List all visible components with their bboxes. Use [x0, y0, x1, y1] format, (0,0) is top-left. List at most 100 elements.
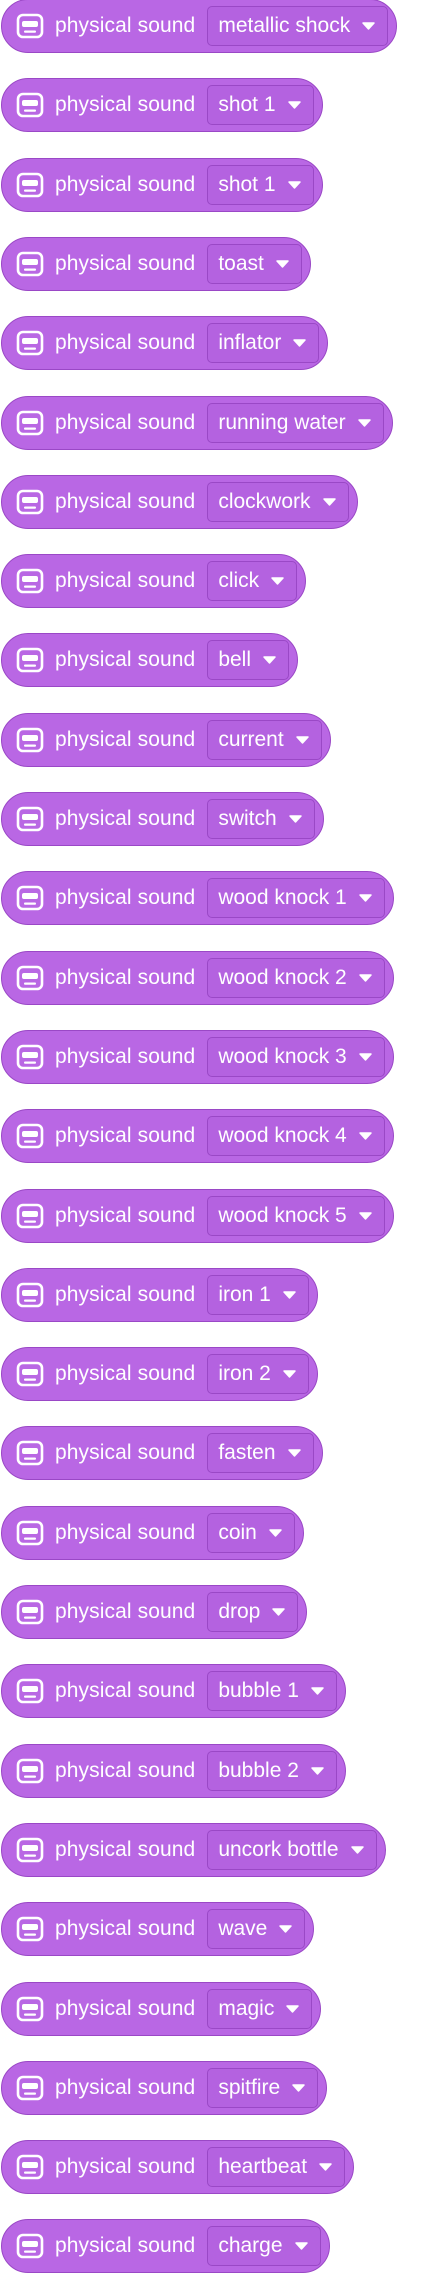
physical-sound-block[interactable]: physical sound charge: [1, 2219, 330, 2274]
block-label: physical sound: [55, 965, 196, 989]
physical-sound-block[interactable]: physical sound bubble 1: [1, 1664, 346, 1719]
robot-icon: [16, 2075, 44, 2101]
block-label: physical sound: [55, 569, 196, 593]
sound-dropdown-value: click: [218, 569, 260, 593]
sound-dropdown[interactable]: coin: [207, 1512, 295, 1553]
sound-dropdown[interactable]: iron 2: [207, 1354, 309, 1395]
physical-sound-block[interactable]: physical sound clockwork: [1, 474, 358, 529]
sound-dropdown-value: switch: [218, 807, 277, 830]
sound-dropdown-value: metallic shock: [218, 14, 351, 37]
physical-sound-block[interactable]: physical sound shot 1: [1, 157, 323, 212]
chevron-down-icon: [311, 1766, 324, 1775]
sound-dropdown[interactable]: wood knock 5: [207, 1195, 385, 1236]
robot-icon: [16, 1282, 44, 1308]
physical-sound-block[interactable]: physical sound spitfire: [1, 2060, 328, 2115]
physical-sound-block[interactable]: physical sound magic: [1, 1981, 322, 2036]
sound-dropdown-value: wood knock 3: [218, 1044, 347, 1068]
robot-icon: [16, 1044, 44, 1070]
chevron-down-icon: [287, 1449, 301, 1458]
block-label: physical sound: [55, 331, 196, 355]
sound-dropdown[interactable]: bell: [207, 640, 290, 681]
robot-icon: [16, 489, 44, 515]
sound-dropdown[interactable]: clockwork: [207, 481, 349, 522]
sound-dropdown[interactable]: running water: [207, 402, 384, 443]
sound-dropdown-value: coin: [218, 1520, 257, 1544]
sound-dropdown-value: bell: [218, 648, 252, 672]
sound-dropdown[interactable]: inflator: [207, 323, 320, 364]
sound-dropdown[interactable]: fasten: [207, 1433, 314, 1474]
physical-sound-block[interactable]: physical sound wood knock 2: [1, 950, 394, 1005]
physical-sound-block[interactable]: physical sound switch: [1, 792, 324, 846]
sound-dropdown[interactable]: metallic shock: [207, 6, 389, 46]
physical-sound-block[interactable]: physical sound running water: [1, 395, 393, 450]
chevron-down-icon: [276, 260, 289, 268]
chevron-down-icon: [292, 2084, 305, 2092]
sound-dropdown-value: drop: [218, 1600, 261, 1623]
sound-dropdown[interactable]: bubble 2: [207, 1750, 337, 1791]
block-label: physical sound: [55, 1758, 196, 1782]
physical-sound-block[interactable]: physical sound iron 2: [1, 1347, 318, 1402]
sound-dropdown-value: clockwork: [218, 489, 311, 513]
sound-dropdown[interactable]: wood knock 2: [207, 957, 385, 998]
sound-dropdown[interactable]: wood knock 4: [207, 1116, 385, 1157]
sound-dropdown[interactable]: heartbeat: [207, 2147, 346, 2188]
chevron-down-icon: [263, 656, 276, 665]
sound-dropdown[interactable]: drop: [207, 1592, 299, 1632]
sound-dropdown[interactable]: shot 1: [207, 85, 314, 126]
physical-sound-block[interactable]: physical sound wave: [1, 1902, 315, 1957]
sound-dropdown[interactable]: charge: [207, 2226, 321, 2267]
sound-dropdown[interactable]: wood knock 1: [207, 878, 385, 919]
block-label: physical sound: [55, 886, 196, 910]
physical-sound-block[interactable]: physical sound fasten: [1, 1426, 323, 1481]
physical-sound-block[interactable]: physical sound inflator: [1, 316, 329, 371]
sound-dropdown[interactable]: wood knock 3: [207, 1036, 385, 1077]
physical-sound-block[interactable]: physical sound wood knock 1: [1, 871, 394, 926]
physical-sound-block[interactable]: physical sound uncork bottle: [1, 1822, 386, 1877]
sound-dropdown[interactable]: toast: [207, 243, 302, 284]
sound-dropdown[interactable]: switch: [207, 799, 315, 839]
sound-dropdown[interactable]: spitfire: [207, 2067, 319, 2108]
physical-sound-block[interactable]: physical sound bell: [1, 633, 299, 688]
physical-sound-block[interactable]: physical sound metallic shock: [1, 0, 398, 53]
physical-sound-block[interactable]: physical sound heartbeat: [1, 2140, 355, 2195]
physical-sound-block[interactable]: physical sound iron 1: [1, 1267, 318, 1322]
robot-icon: [16, 1916, 44, 1942]
chevron-down-icon: [294, 2242, 308, 2251]
sound-dropdown-value: toast: [218, 251, 264, 275]
robot-icon: [16, 330, 44, 356]
sound-dropdown[interactable]: uncork bottle: [207, 1829, 377, 1870]
chevron-down-icon: [359, 894, 372, 903]
physical-sound-block[interactable]: physical sound shot 1: [1, 78, 323, 133]
sound-dropdown[interactable]: magic: [207, 1988, 313, 2029]
sound-dropdown[interactable]: bubble 1: [207, 1671, 337, 1712]
physical-sound-block[interactable]: physical sound bubble 2: [1, 1743, 346, 1798]
chevron-down-icon: [322, 498, 336, 506]
sound-dropdown-value: inflator: [218, 331, 282, 355]
physical-sound-block[interactable]: physical sound wood knock 3: [1, 1029, 394, 1084]
physical-sound-block[interactable]: physical sound wood knock 5: [1, 1188, 394, 1243]
robot-icon: [16, 965, 44, 990]
sound-dropdown[interactable]: current: [207, 719, 322, 760]
physical-sound-block[interactable]: physical sound coin: [1, 1505, 304, 1560]
sound-dropdown[interactable]: shot 1: [207, 164, 314, 205]
physical-sound-block[interactable]: physical sound wood knock 4: [1, 1109, 394, 1164]
chevron-down-icon: [287, 101, 301, 110]
sound-dropdown-value: current: [218, 727, 284, 751]
robot-icon: [16, 885, 44, 911]
robot-icon: [16, 1996, 44, 2021]
sound-dropdown-value: uncork bottle: [218, 1837, 339, 1861]
chevron-down-icon: [288, 815, 302, 823]
chevron-down-icon: [279, 1925, 293, 1933]
physical-sound-block[interactable]: physical sound drop: [1, 1585, 308, 1639]
block-label: physical sound: [55, 1600, 196, 1623]
sound-dropdown[interactable]: wave: [207, 1909, 306, 1950]
block-label: physical sound: [55, 2155, 196, 2179]
physical-sound-block[interactable]: physical sound toast: [1, 236, 311, 291]
physical-sound-block[interactable]: physical sound click: [1, 554, 307, 609]
sound-dropdown[interactable]: click: [207, 561, 298, 602]
robot-icon: [16, 410, 44, 435]
physical-sound-block[interactable]: physical sound current: [1, 712, 331, 767]
robot-icon: [16, 1678, 44, 1704]
sound-dropdown[interactable]: iron 1: [207, 1274, 309, 1315]
sound-dropdown-value: shot 1: [218, 172, 276, 196]
